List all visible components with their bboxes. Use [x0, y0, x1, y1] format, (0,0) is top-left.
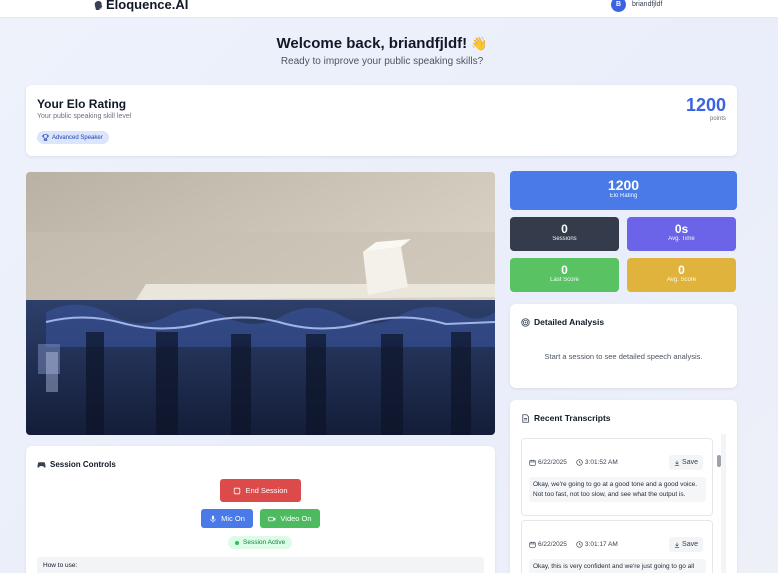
save-transcript-button[interactable]: Save	[669, 455, 703, 470]
mic-toggle-button[interactable]: Mic On	[201, 509, 253, 528]
stat-last-score-label: Last Score	[550, 277, 579, 283]
transcript-time-text: 3:01:17 AM	[584, 541, 618, 548]
stat-elo-label: Elo Rating	[609, 193, 638, 199]
transcript-date-text: 6/22/2025	[538, 541, 567, 548]
save-transcript-label: Save	[682, 459, 698, 466]
stat-avg-score: 0 Avg. Score	[627, 258, 736, 292]
camera-frame-image	[26, 172, 495, 435]
transcript-date-text: 6/22/2025	[538, 459, 567, 466]
level-badge: Advanced Speaker	[37, 131, 109, 144]
level-badge-label: Advanced Speaker	[52, 134, 103, 141]
transcript-date: 6/22/2025	[529, 459, 567, 466]
mic-toggle-label: Mic On	[221, 514, 245, 523]
save-transcript-button[interactable]: Save	[669, 537, 703, 552]
download-icon	[674, 542, 680, 548]
microphone-icon	[210, 515, 216, 523]
head-profile-icon	[94, 0, 103, 10]
download-icon	[674, 460, 680, 466]
stat-avg-score-label: Avg. Score	[666, 277, 697, 283]
username: briandfjldf	[632, 1, 663, 8]
analysis-empty-text: Start a session to see detailed speech a…	[544, 352, 703, 361]
stat-last-score: 0 Last Score	[510, 258, 619, 292]
calendar-icon	[529, 459, 536, 466]
transcript-list[interactable]: 6/22/2025 3:01:52 AM Save Okay, we're go…	[521, 434, 726, 573]
wave-emoji-icon: 👋	[471, 36, 488, 51]
transcript-meta: 6/22/2025 3:01:17 AM	[529, 541, 618, 548]
recent-transcripts-heading: Recent Transcripts	[521, 413, 611, 423]
transcript-scrollbar[interactable]	[721, 434, 726, 573]
clock-icon	[576, 541, 583, 548]
stat-avg-time: 0s Avg. Time	[627, 217, 736, 251]
transcript-text: Okay, this is very confident and we're j…	[529, 559, 706, 573]
elo-points-label: points	[709, 116, 726, 122]
detailed-analysis-title: Detailed Analysis	[534, 317, 605, 327]
stat-sessions-label: Sessions	[552, 236, 577, 242]
session-status-badge: Session Active	[228, 536, 293, 549]
how-to-use-box: How to use:	[37, 557, 484, 573]
brand-name: Eloquence.AI	[106, 0, 189, 12]
video-camera-icon	[268, 516, 276, 521]
session-controls-heading: Session Controls	[37, 460, 116, 469]
gamepad-icon	[37, 462, 46, 468]
stop-square-icon	[234, 487, 241, 494]
avatar[interactable]: B	[611, 0, 626, 12]
recent-transcripts-card: Recent Transcripts 6/22/2025 3:01:52 AM …	[510, 400, 737, 573]
transcript-item: 6/22/2025 3:01:17 AM Save Okay, this is …	[521, 520, 713, 573]
end-session-button[interactable]: End Session	[220, 479, 301, 502]
top-navbar: Eloquence.AI B briandfjldf	[0, 0, 778, 18]
session-controls-title: Session Controls	[50, 460, 116, 469]
clock-icon	[576, 459, 583, 466]
stat-avg-time-label: Avg. Time	[668, 236, 695, 242]
document-icon	[522, 413, 529, 423]
detailed-analysis-heading: Detailed Analysis	[521, 317, 604, 327]
welcome-subtitle: Ready to improve your public speaking sk…	[280, 56, 484, 67]
transcript-meta: 6/22/2025 3:01:52 AM	[529, 459, 618, 466]
welcome-title: Welcome back, briandfjldf!	[276, 35, 468, 52]
status-dot-icon	[235, 540, 239, 545]
target-icon	[521, 317, 530, 327]
stat-avg-time-value: 0s	[674, 222, 689, 236]
transcript-time: 3:01:52 AM	[576, 459, 618, 466]
end-session-label: End Session	[245, 486, 288, 495]
stat-elo-rating: 1200 Elo Rating	[510, 171, 737, 210]
session-status-label: Session Active	[243, 539, 286, 546]
video-toggle-button[interactable]: Video On	[260, 509, 320, 528]
session-controls-card: Session Controls End Session Mic On Vide…	[26, 446, 495, 573]
brand-logo[interactable]: Eloquence.AI	[93, 0, 188, 12]
user-menu[interactable]: B briandfjldf	[611, 0, 662, 12]
elo-title: Your Elo Rating	[37, 97, 127, 111]
elo-rating-card: Your Elo Rating Your public speaking ski…	[26, 85, 737, 156]
elo-points-value: 1200	[685, 95, 726, 115]
stat-elo-value: 1200	[607, 177, 640, 193]
stat-sessions: 0 Sessions	[510, 217, 619, 251]
transcript-item: 6/22/2025 3:01:52 AM Save Okay, we're go…	[521, 438, 713, 516]
stat-sessions-value: 0	[561, 222, 568, 236]
stat-last-score-value: 0	[561, 263, 568, 277]
calendar-icon	[529, 541, 536, 548]
how-to-use-heading: How to use:	[43, 562, 78, 569]
camera-video-feed	[26, 172, 495, 435]
welcome-heading: Welcome back, briandfjldf! 👋	[0, 35, 764, 52]
recent-transcripts-title: Recent Transcripts	[534, 413, 611, 423]
elo-subtitle: Your public speaking skill level	[37, 113, 132, 120]
stat-avg-score-value: 0	[678, 263, 685, 277]
transcript-scrollbar-thumb[interactable]	[717, 455, 721, 467]
video-toggle-label: Video On	[280, 514, 312, 523]
transcript-time-text: 3:01:52 AM	[584, 459, 618, 466]
detailed-analysis-card: Detailed Analysis Start a session to see…	[510, 304, 737, 388]
transcript-date: 6/22/2025	[529, 541, 567, 548]
trophy-icon	[42, 134, 49, 141]
transcript-time: 3:01:17 AM	[576, 541, 618, 548]
save-transcript-label: Save	[682, 541, 698, 548]
transcript-text: Okay, we're going to go at a good tone a…	[529, 477, 706, 502]
